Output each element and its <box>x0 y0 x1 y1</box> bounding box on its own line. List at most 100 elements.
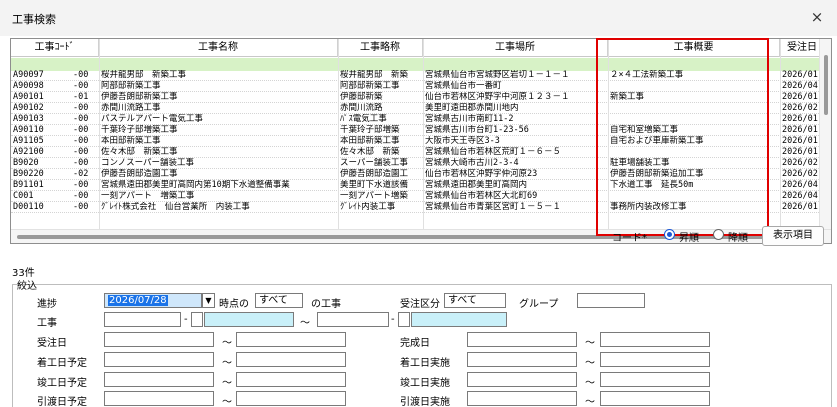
table-cell: 千葉玲子邸増築 <box>340 125 400 135</box>
progress-select[interactable]: すべて <box>255 293 303 308</box>
column-header[interactable]: 工事場所 <box>423 39 608 57</box>
table-cell: 宮城県仙台市若林区荒町１－６－５ <box>425 147 562 157</box>
table-cell: 仙台市若林区沖野字仲河原23 <box>425 169 538 179</box>
range-tilde: ～ <box>585 397 595 407</box>
column-header[interactable]: 工事ｺｰﾄﾞ <box>11 39 99 57</box>
table-row[interactable]: D00110 -00 ｸﾞﾚｲﾄ株式会社 仙台営業所 内装工事 ｸﾞﾚｲﾄ内装工事 宮城… <box>11 202 823 213</box>
table-cell: -00 <box>73 81 89 91</box>
sort-key-label: コード* <box>612 233 647 244</box>
table-cell: 自宅和室増築工事 <box>610 125 679 135</box>
planned-end-from-field[interactable] <box>104 372 214 387</box>
table-cell: 伊藤吾朗邸造園工 <box>340 169 409 179</box>
table-cell: 伊藤吾朗邸造園工事 <box>101 169 178 179</box>
table-row[interactable]: A90097 -00 桜井龍男邸 新築工事 桜井龍男邸 新築 宮城県仙台市宮城野区岩切１… <box>11 70 823 81</box>
table-cell: 宮城県仙台市青葉区宮町１－５－１ <box>425 202 562 212</box>
table-cell: 宮城県仙台市若林区大北町69 <box>425 191 538 201</box>
order-date-to-field[interactable] <box>236 332 346 347</box>
table-row[interactable]: A90110 -00 千葉玲子邸増築工事 千葉玲子邸増築 宮城県古川市台町1-23-56… <box>11 125 823 136</box>
work-code-from-field[interactable] <box>104 312 181 327</box>
actual-delivery-from-field[interactable] <box>467 391 577 406</box>
planned-start-to-field[interactable] <box>236 352 346 367</box>
order-date-from-field[interactable] <box>104 332 214 347</box>
sort-asc-label[interactable]: 昇順 <box>679 229 699 244</box>
table-row[interactable]: A90098 -00 阿部邸新築工事 阿部邸新築工事 宮城県仙台市一番町 2026/04, <box>11 81 823 92</box>
actual-delivery-label: 引渡日実施 <box>400 397 450 407</box>
completion-date-to-field[interactable] <box>600 332 710 347</box>
range-tilde: ～ <box>585 358 595 369</box>
range-tilde: ～ <box>585 338 595 349</box>
column-header[interactable]: 工事略称 <box>338 39 423 57</box>
planned-end-label: 竣工日予定 <box>37 378 87 389</box>
as-of-date-field[interactable]: 2026/07/28 <box>104 293 202 308</box>
work-branch-from-field[interactable] <box>191 312 203 327</box>
sort-desc-label[interactable]: 降順 <box>728 229 748 244</box>
table-cell: 美里町遠田郡赤間川地内 <box>425 103 519 113</box>
table-cell: A90101 <box>13 92 44 102</box>
table-row[interactable]: A90102 -00 赤間川流路工事 赤間川流路 美里町遠田郡赤間川地内 2026/02, <box>11 103 823 114</box>
table-row[interactable]: A91105 -00 本田邸新築工事 本田邸新築工事 大阪市天王寺区3-3 自宅および車庫… <box>11 136 823 147</box>
actual-start-to-field[interactable] <box>600 352 710 367</box>
actual-end-label: 竣工日実施 <box>400 378 450 389</box>
planned-delivery-to-field[interactable] <box>236 391 346 406</box>
table-cell: -00 <box>73 125 89 135</box>
table-cell: -00 <box>73 180 89 190</box>
grid-rows: A90097 -00 桜井龍男邸 新築工事 桜井龍男邸 新築 宮城県仙台市宮城野区岩切１… <box>11 70 823 213</box>
column-header[interactable]: 工事名称 <box>99 39 338 57</box>
completion-date-from-field[interactable] <box>467 332 577 347</box>
group-label: グループ <box>519 299 559 310</box>
order-type-label: 受注区分 <box>400 299 440 310</box>
table-cell: 宮城県遠田郡美里町高岡内第10期下水道整備事業 <box>101 180 290 190</box>
table-cell: 新築工事 <box>610 92 645 102</box>
table-cell: ｸﾞﾚｲﾄ株式会社 仙台営業所 内装工事 <box>101 202 250 212</box>
table-cell: 佐々木邸 新築工事 <box>101 147 178 157</box>
work-name-to-field <box>411 312 507 327</box>
table-cell: C001 <box>13 191 34 201</box>
actual-start-from-field[interactable] <box>467 352 577 367</box>
group-field[interactable] <box>577 293 645 308</box>
planned-start-from-field[interactable] <box>104 352 214 367</box>
column-header[interactable]: 工事概要 <box>608 39 780 57</box>
work-branch-to-field[interactable] <box>398 312 410 327</box>
date-dropdown-icon[interactable]: ▼ <box>202 293 215 308</box>
table-cell: 一刻アパート増築 <box>340 191 408 201</box>
dash-separator: - <box>184 314 188 325</box>
table-cell <box>608 81 780 92</box>
planned-delivery-from-field[interactable] <box>104 391 214 406</box>
table-row[interactable]: A92100 -00 佐々木邸 新築工事 佐々木邸 新築 宮城県仙台市若林区荒町１－６－… <box>11 147 823 158</box>
work-code-to-field[interactable] <box>317 312 389 327</box>
vertical-scrollbar[interactable] <box>819 39 831 230</box>
sort-desc-radio[interactable] <box>713 229 724 240</box>
table-cell: 千葉玲子邸増築工事 <box>101 125 178 135</box>
table-row[interactable]: C001 -00 一刻アパート 増築工事 一刻アパート増築 宮城県仙台市若林区大北町69… <box>11 191 823 202</box>
display-items-button[interactable]: 表示項目 <box>762 226 824 246</box>
table-cell: 宮城県古川市南町11-2 <box>425 114 514 124</box>
results-grid[interactable]: 工事ｺｰﾄﾞ 工事名称 工事略称 工事場所 工事概要 受注日 A90097 -00 桜井龍男邸… <box>10 38 832 244</box>
actual-end-to-field[interactable] <box>600 372 710 387</box>
table-cell: -00 <box>73 158 89 168</box>
table-cell: -00 <box>73 103 89 113</box>
planned-delivery-label: 引渡日予定 <box>37 397 87 407</box>
table-cell: 宮城県古川市台町1-23-56 <box>425 125 529 135</box>
horizontal-scrollbar[interactable] <box>11 229 831 243</box>
column-divider <box>608 39 609 243</box>
actual-end-from-field[interactable] <box>467 372 577 387</box>
table-row[interactable]: B90220 -02 伊藤吾朗邸造園工事 伊藤吾朗邸造園工 仙台市若林区沖野字仲河原23… <box>11 169 823 180</box>
table-row[interactable]: B91101 -00 宮城県遠田郡美里町高岡内第10期下水道整備事業 美里町下水道該備… <box>11 180 823 191</box>
table-cell: ﾊﾟｽ電気工事 <box>340 114 387 124</box>
order-type-select[interactable]: すべて <box>444 293 506 308</box>
actual-delivery-to-field[interactable] <box>600 391 710 406</box>
table-cell: A90102 <box>13 103 44 113</box>
table-cell: スーパー舗装工事 <box>340 158 408 168</box>
table-cell: 宮城県仙台市宮城野区岩切１－１－１ <box>425 70 570 80</box>
column-divider <box>780 39 781 243</box>
table-cell: 駐車場舗装工事 <box>610 158 670 168</box>
table-cell: 赤間川流路工事 <box>101 103 161 113</box>
vertical-scroll-thumb[interactable] <box>824 55 828 115</box>
sort-asc-radio[interactable] <box>664 229 675 240</box>
table-row[interactable]: A90101 -01 伊藤吾朗邸新築工事 伊藤邸新築 仙台市若林区沖野字中河原１２３－１… <box>11 92 823 103</box>
table-row[interactable]: A90103 -00 パステルアパート電気工事 ﾊﾟｽ電気工事 宮城県古川市南町11-2… <box>11 114 823 125</box>
table-row[interactable]: B9020 -00 コンノスーパー舗装工事 スーパー舗装工事 宮城県大崎市古川2-3-4… <box>11 158 823 169</box>
grid-header: 工事ｺｰﾄﾞ 工事名称 工事略称 工事場所 工事概要 受注日 <box>11 39 825 57</box>
close-icon[interactable]: × <box>807 7 827 27</box>
planned-end-to-field[interactable] <box>236 372 346 387</box>
